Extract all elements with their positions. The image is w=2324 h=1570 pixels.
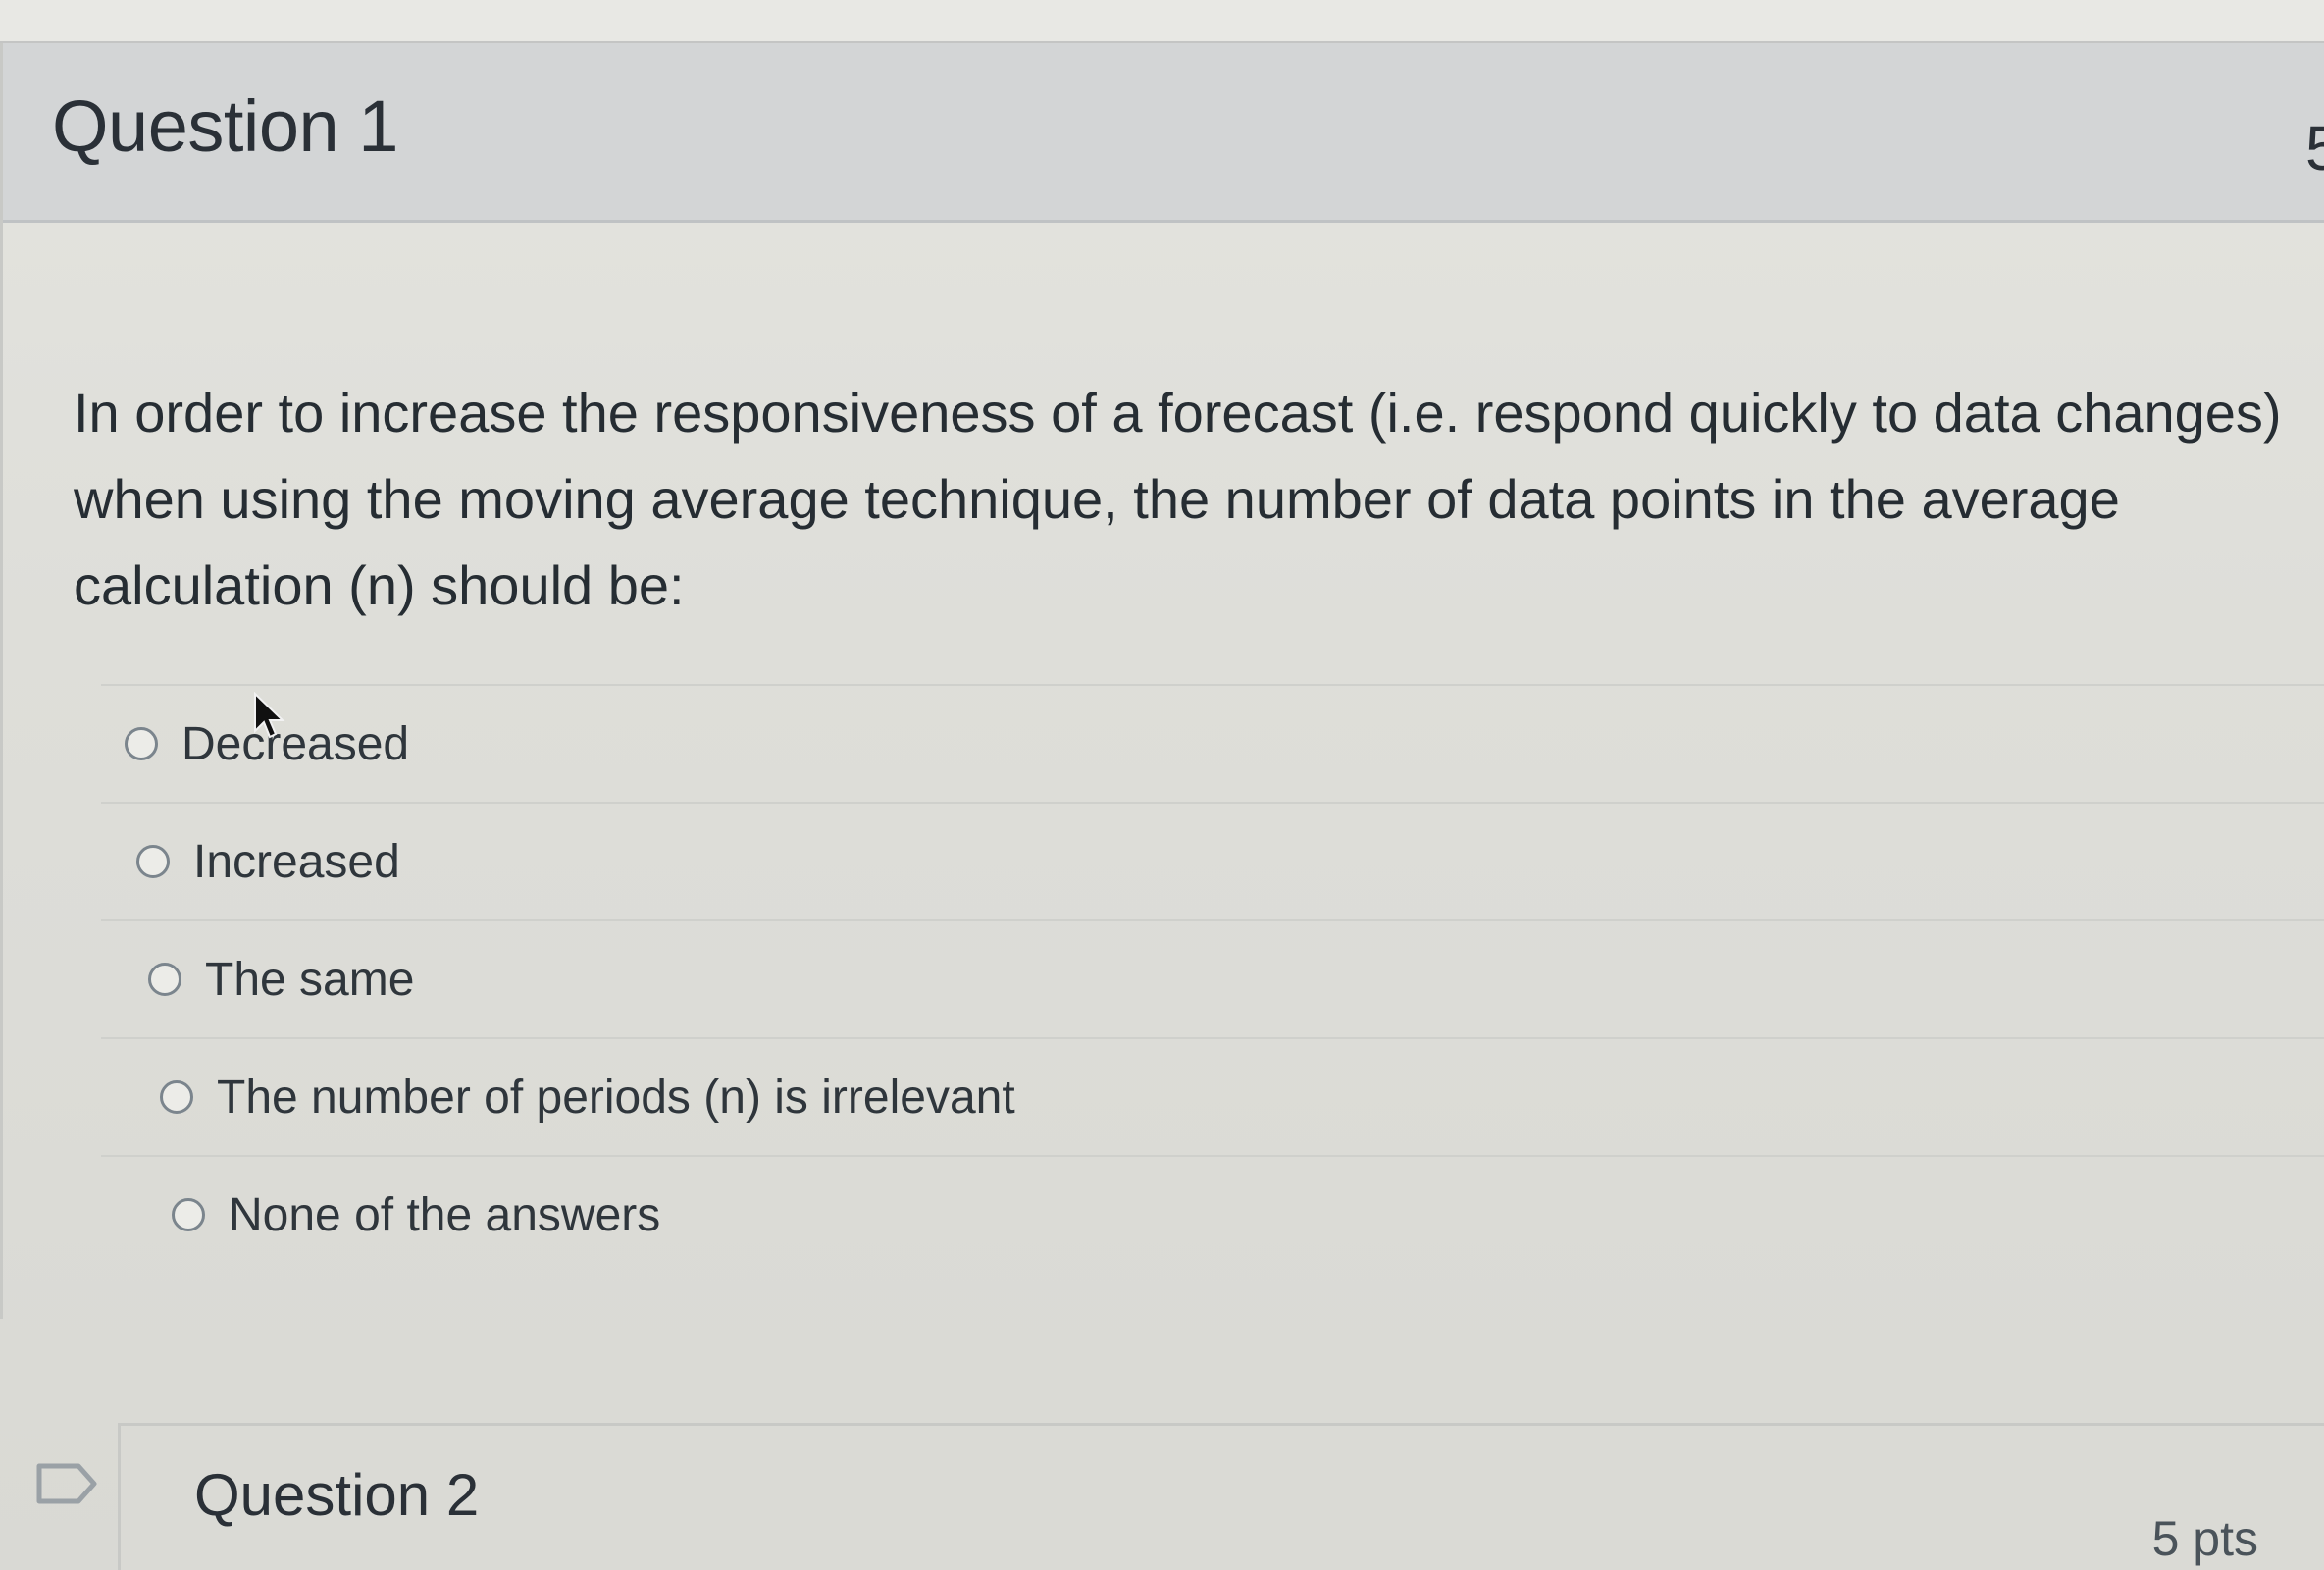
top-strip bbox=[0, 0, 2324, 43]
answer-option[interactable]: The number of periods (n) is irrelevant bbox=[101, 1039, 2324, 1157]
question-1-text: In order to increase the responsiveness … bbox=[74, 382, 2282, 616]
answer-option[interactable]: None of the answers bbox=[101, 1157, 2324, 1273]
question-1-points: 5 bbox=[2305, 113, 2324, 183]
quiz-screen: Question 1 5 In order to increase the re… bbox=[0, 0, 2324, 1570]
answer-option[interactable]: The same bbox=[101, 921, 2324, 1039]
question-1-body: In order to increase the responsiveness … bbox=[3, 223, 2324, 1319]
answer-label: None of the answers bbox=[229, 1188, 661, 1241]
question-1-header: Question 1 5 bbox=[3, 43, 2324, 223]
question-1-card: Question 1 5 In order to increase the re… bbox=[0, 43, 2324, 1319]
mouse-cursor-icon bbox=[254, 692, 285, 739]
answer-label: The same bbox=[205, 953, 415, 1006]
answer-label: Increased bbox=[193, 835, 400, 888]
answer-list: Decreased Increased The same The number … bbox=[101, 684, 2324, 1273]
answer-label: The number of periods (n) is irrelevant bbox=[217, 1071, 1015, 1124]
question-1-title: Question 1 bbox=[52, 85, 398, 167]
radio-button-icon[interactable] bbox=[160, 1080, 193, 1114]
radio-button-icon[interactable] bbox=[172, 1198, 205, 1231]
flag-question-icon[interactable] bbox=[35, 1462, 98, 1505]
question-2-card: Question 2 5 pts bbox=[118, 1423, 2324, 1570]
answer-option[interactable]: Decreased bbox=[101, 686, 2324, 804]
radio-button-icon[interactable] bbox=[136, 845, 170, 878]
question-2-title: Question 2 bbox=[194, 1462, 480, 1528]
radio-button-icon[interactable] bbox=[125, 727, 158, 760]
answer-option[interactable]: Increased bbox=[101, 804, 2324, 921]
radio-button-icon[interactable] bbox=[148, 963, 181, 996]
question-2-points: 5 pts bbox=[2151, 1511, 2258, 1566]
answer-label: Decreased bbox=[181, 717, 410, 770]
